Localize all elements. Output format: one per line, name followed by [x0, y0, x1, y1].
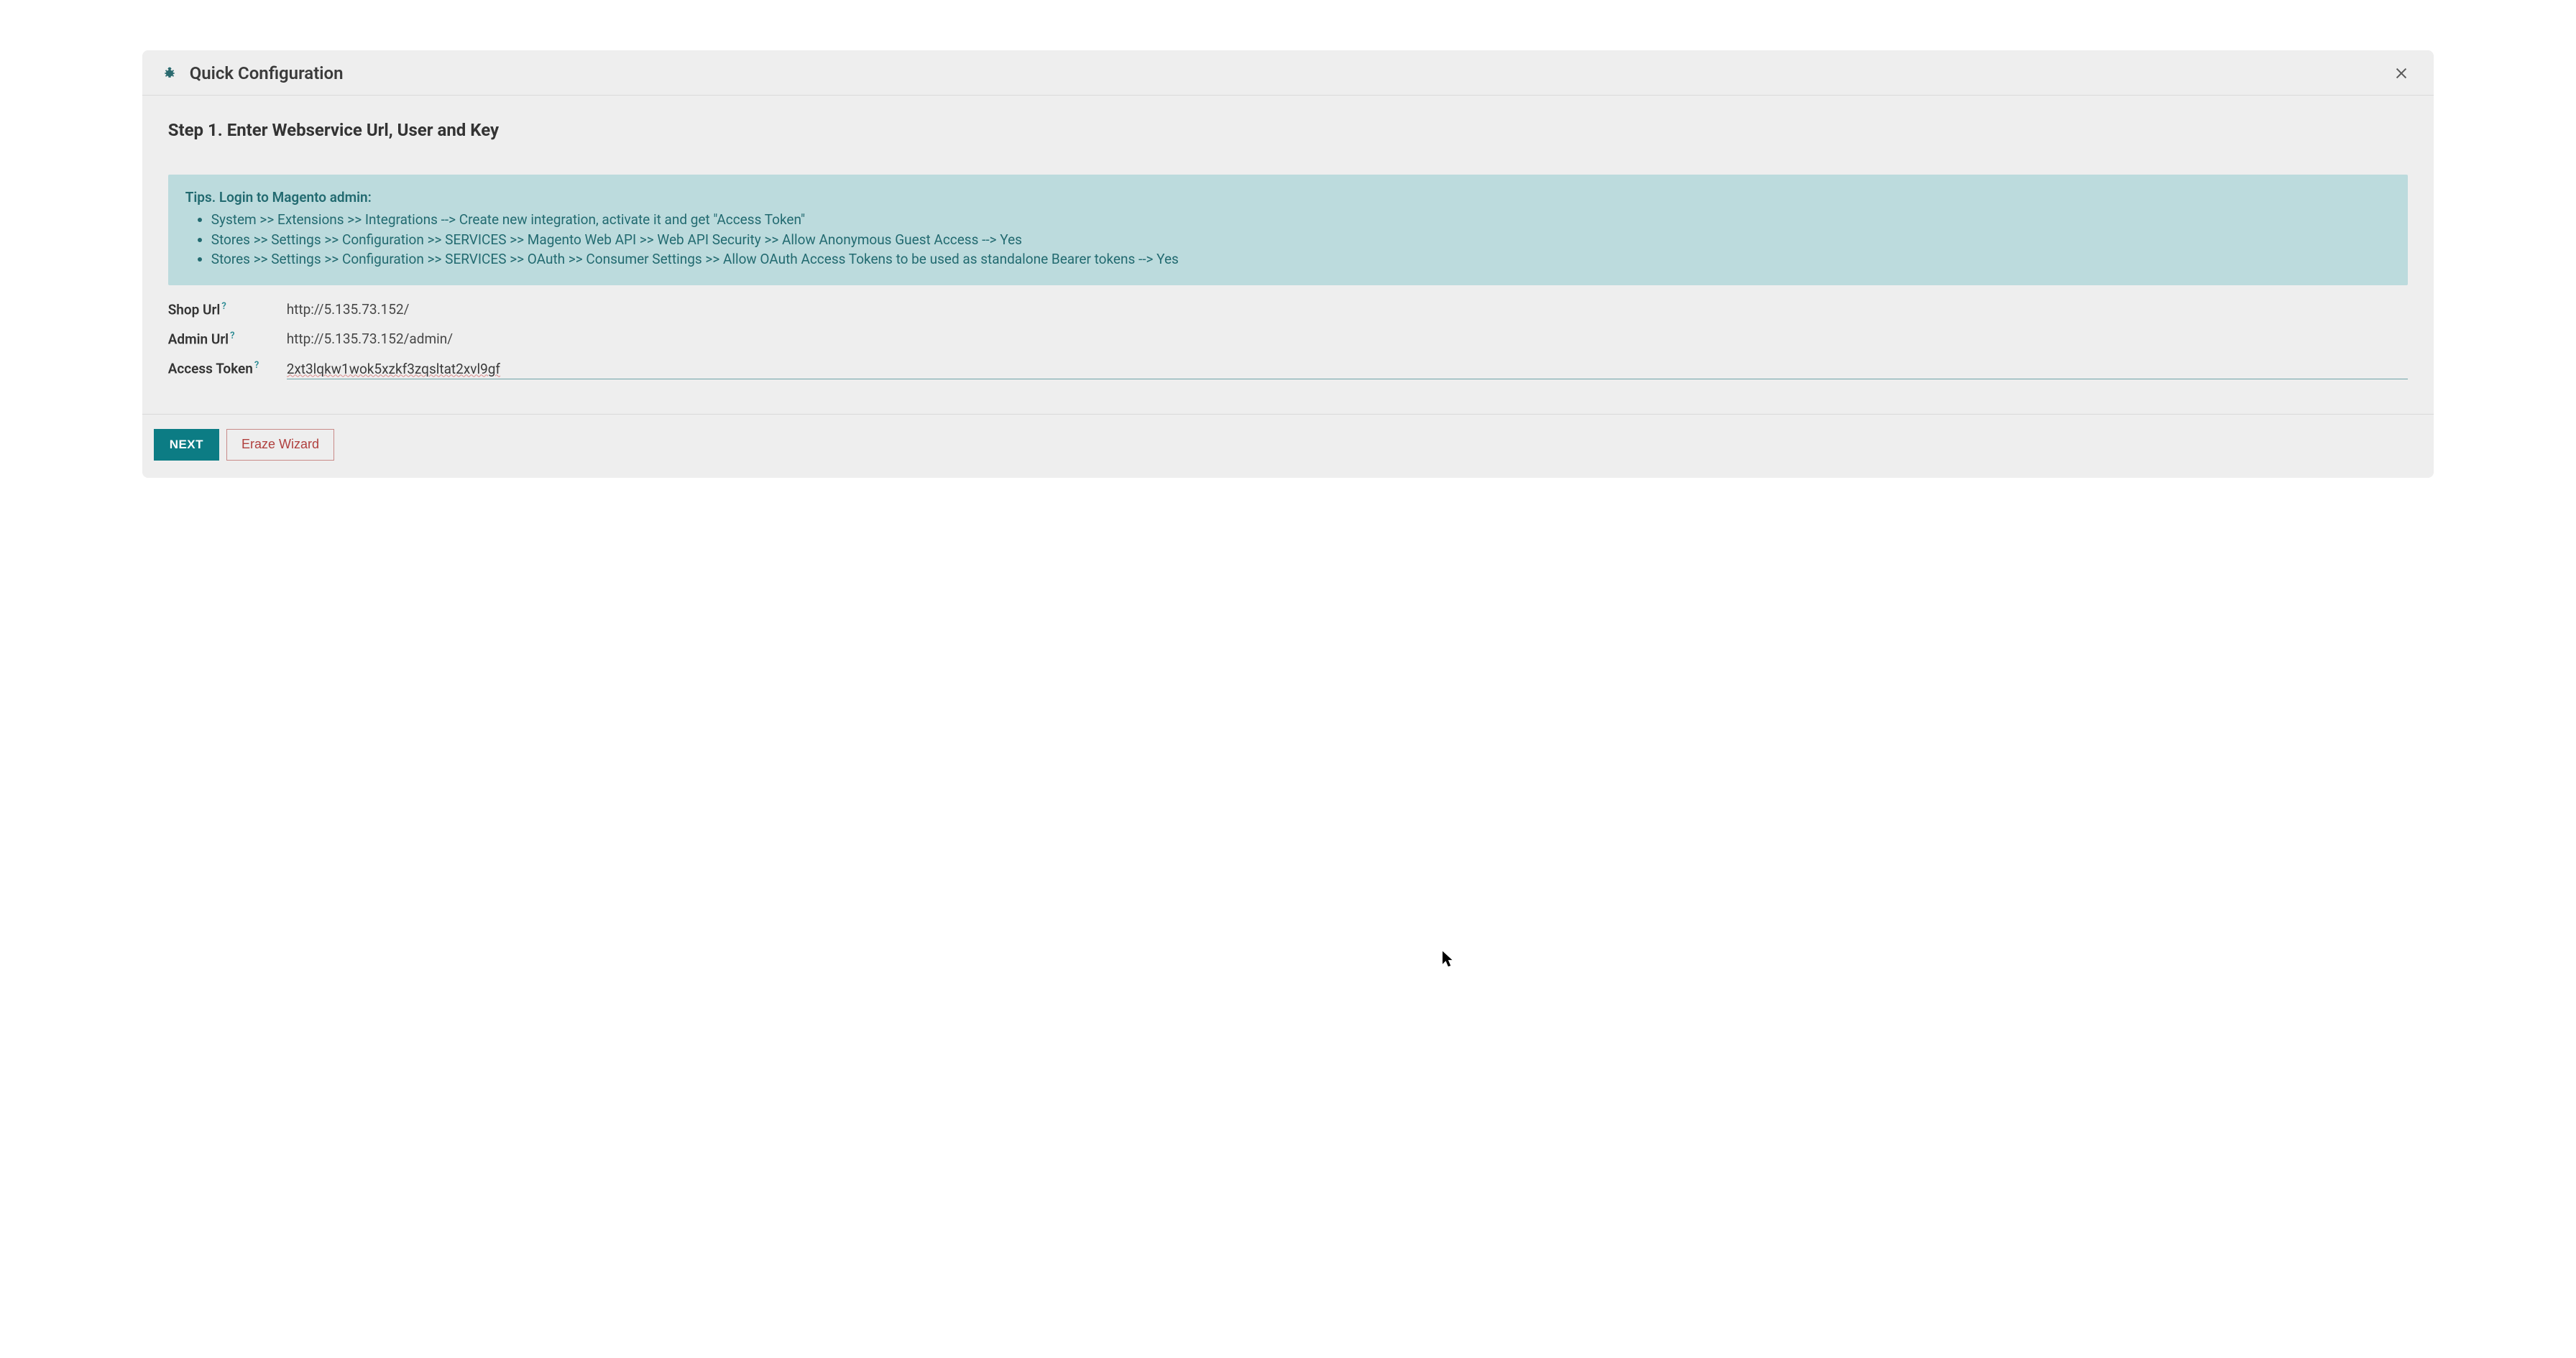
next-button[interactable]: NEXT [154, 429, 219, 461]
tips-box: Tips. Login to Magento admin: System >> … [168, 175, 2409, 285]
dialog-title: Quick Configuration [190, 63, 2390, 83]
close-button[interactable] [2389, 64, 2414, 83]
shop-url-label: Shop Url? [168, 301, 287, 318]
bug-icon [162, 66, 177, 80]
access-token-row: Access Token? [168, 360, 2409, 379]
tips-list: System >> Extensions >> Integrations -->… [185, 210, 2391, 269]
admin-url-label: Admin Url? [168, 331, 287, 347]
access-token-input-wrap [287, 361, 2409, 379]
help-icon[interactable]: ? [221, 301, 226, 312]
help-icon[interactable]: ? [230, 331, 234, 341]
label-text: Shop Url [168, 301, 221, 318]
label-text: Access Token [168, 361, 253, 377]
admin-url-row: Admin Url? http://5.135.73.152/admin/ [168, 331, 2409, 347]
tips-item: System >> Extensions >> Integrations -->… [211, 210, 2391, 230]
quick-configuration-dialog: Quick Configuration Step 1. Enter Webser… [142, 50, 2434, 478]
close-icon [2393, 65, 2409, 81]
eraze-wizard-button[interactable]: Eraze Wizard [226, 429, 334, 461]
step-heading: Step 1. Enter Webservice Url, User and K… [168, 120, 2409, 140]
form-rows: Shop Url? http://5.135.73.152/ Admin Url… [168, 301, 2409, 379]
access-token-label: Access Token? [168, 360, 287, 377]
tips-item: Stores >> Settings >> Configuration >> S… [211, 249, 2391, 269]
mouse-cursor-icon [1443, 951, 1455, 968]
shop-url-row: Shop Url? http://5.135.73.152/ [168, 301, 2409, 318]
shop-url-value: http://5.135.73.152/ [287, 301, 410, 318]
tips-item: Stores >> Settings >> Configuration >> S… [211, 230, 2391, 250]
page-frame: Quick Configuration Step 1. Enter Webser… [29, 43, 2547, 521]
dialog-body: Step 1. Enter Webservice Url, User and K… [142, 96, 2434, 414]
label-text: Admin Url [168, 331, 229, 347]
help-icon[interactable]: ? [254, 360, 259, 371]
admin-url-value: http://5.135.73.152/admin/ [287, 331, 453, 347]
dialog-footer: NEXT Eraze Wizard [142, 414, 2434, 478]
dialog-header: Quick Configuration [142, 50, 2434, 96]
access-token-input[interactable] [287, 361, 2409, 379]
tips-title: Tips. Login to Magento admin: [185, 189, 2391, 205]
